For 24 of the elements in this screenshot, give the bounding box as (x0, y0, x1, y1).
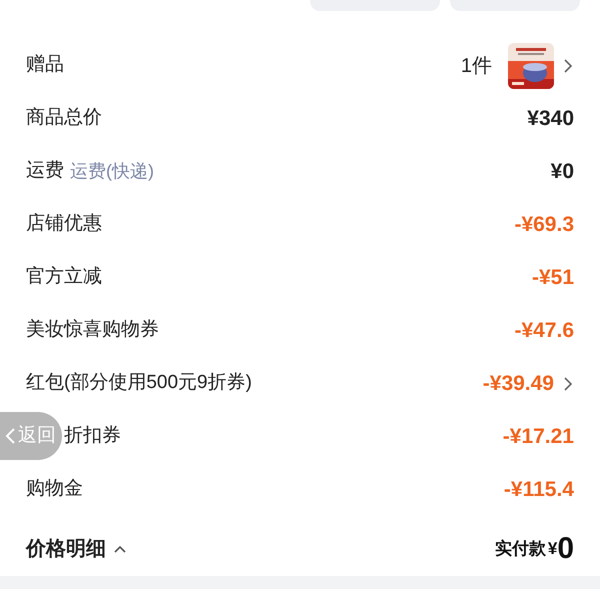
currency-symbol: ¥ (548, 538, 558, 560)
chevron-left-icon (4, 427, 16, 445)
total-amount: 0 (557, 534, 574, 564)
row-value: -¥39.49 (482, 370, 554, 397)
row-value: -¥51 (532, 264, 574, 291)
row-label: 美妆惊喜购物券 (26, 318, 159, 342)
row-label: 官方立减 (26, 265, 102, 290)
row-label: 赠品 (26, 53, 64, 78)
row-value: -¥47.6 (514, 318, 574, 344)
row-label: 红包(部分使用500元9折券) (26, 371, 252, 396)
total-label: 实付款 (494, 538, 546, 560)
row-label: 运费 (26, 159, 64, 184)
row-value: ¥0 (550, 158, 574, 185)
price-details-toggle[interactable]: 价格明细 (26, 534, 126, 564)
shipping-method: 运费(快递) (70, 160, 154, 183)
row-label: 店铺优惠 (26, 212, 102, 236)
row-value: -¥115.4 (504, 476, 574, 503)
row-label: 商品总价 (26, 106, 102, 130)
row-value: ¥340 (527, 106, 574, 132)
row-label: 购物金 (26, 477, 83, 502)
row-value: 1件 (460, 54, 492, 78)
row-value: -¥69.3 (514, 212, 574, 238)
row-value: -¥17.21 (502, 424, 574, 450)
row-label: 折扣券 (64, 424, 121, 448)
